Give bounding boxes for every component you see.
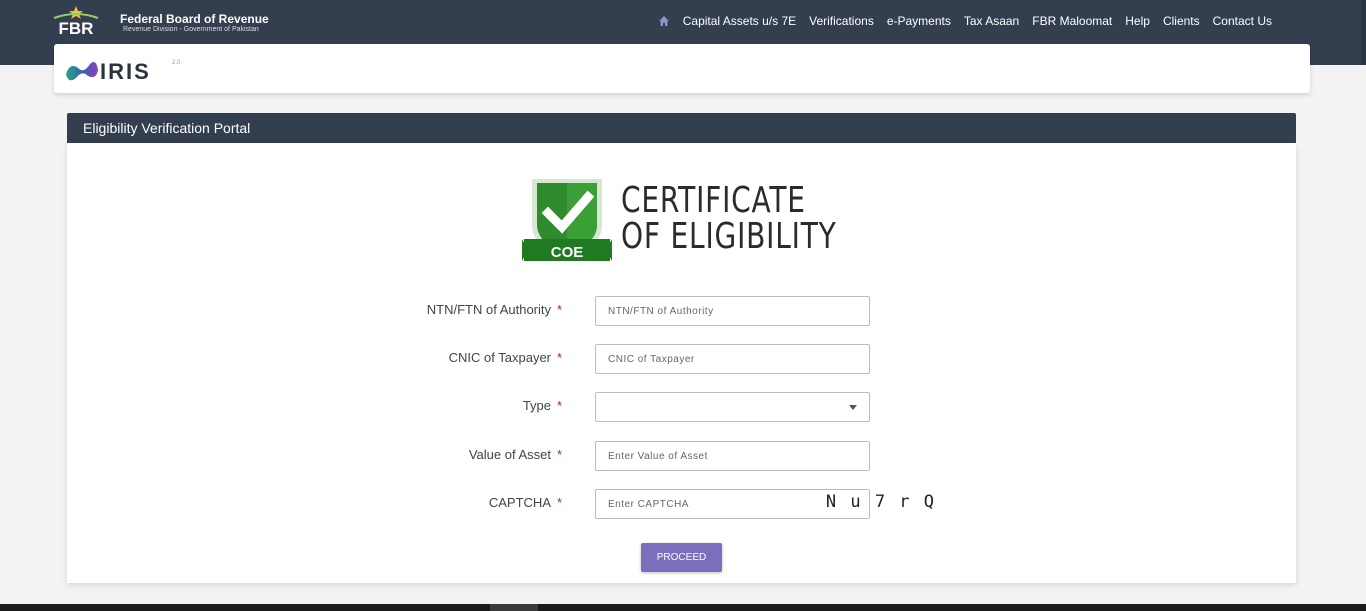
type-label: Type [522, 398, 551, 413]
panel-title: Eligibility Verification Portal [67, 113, 1296, 143]
cnic-label: CNIC of Taxpayer [448, 350, 551, 365]
asset-label: Value of Asset [468, 447, 551, 462]
proceed-button[interactable]: PROCEED [641, 543, 722, 572]
captcha-image[interactable]: N u 7 r Q [826, 492, 936, 512]
asset-row: Value of Asset * [67, 441, 1296, 471]
coe-badge-text: COE [551, 244, 584, 261]
ntn-row: NTN/FTN of Authority * [67, 296, 1296, 326]
asset-required-mark: * [557, 447, 563, 462]
iris-version: 2.0 [172, 60, 181, 66]
ntn-input[interactable] [595, 296, 870, 326]
cnic-required-mark: * [557, 350, 563, 365]
coe-heading: CERTIFICATE OF ELIGIBILITY [621, 183, 837, 255]
type-required-mark: * [557, 398, 563, 413]
ntn-label: NTN/FTN of Authority [426, 302, 551, 317]
coe-shield-icon: COE [522, 179, 612, 261]
main-nav: Capital Assets u/s 7E Verifications e-Pa… [658, 14, 1272, 28]
nav-help[interactable]: Help [1125, 14, 1150, 28]
home-icon[interactable] [658, 15, 670, 27]
nav-verifications[interactable]: Verifications [809, 14, 874, 28]
type-select[interactable] [595, 392, 870, 422]
nav-tax-asaan[interactable]: Tax Asaan [964, 14, 1019, 28]
captcha-row: CAPTCHA * N u 7 r Q [67, 489, 1296, 519]
nav-contact-us[interactable]: Contact Us [1213, 14, 1272, 28]
cnic-input[interactable] [595, 344, 870, 374]
fbr-logo[interactable]: FBR [44, 6, 108, 40]
iris-logo[interactable]: IRIS 2.0 [64, 54, 186, 86]
iris-bar: IRIS 2.0 [54, 44, 1310, 93]
asset-value-input[interactable] [595, 441, 870, 471]
captcha-label: CAPTCHA [488, 495, 551, 510]
type-row: Type * [67, 392, 1296, 422]
coe-title-line1: CERTIFICATE [621, 180, 806, 221]
taskbar-item[interactable] [490, 604, 538, 611]
portal-panel: COE CERTIFICATE OF ELIGIBILITY NTN/FTN o… [67, 143, 1296, 583]
iris-logo-text: IRIS [100, 59, 151, 84]
chevron-down-icon[interactable] [849, 405, 857, 410]
org-subtitle: Revenue Division - Government of Pakista… [123, 26, 259, 33]
taskbar [0, 604, 1366, 611]
nav-e-payments[interactable]: e-Payments [887, 14, 951, 28]
nav-fbr-maloomat[interactable]: FBR Maloomat [1032, 14, 1112, 28]
cnic-row: CNIC of Taxpayer * [67, 344, 1296, 374]
fbr-logo-text: FBR [59, 19, 94, 38]
nav-capital-assets[interactable]: Capital Assets u/s 7E [683, 14, 796, 28]
org-name: Federal Board of Revenue [120, 12, 269, 26]
ntn-required-mark: * [557, 302, 563, 317]
coe-title-line2: OF ELIGIBILITY [621, 216, 837, 257]
scrollbar[interactable] [1361, 0, 1366, 65]
nav-clients[interactable]: Clients [1163, 14, 1200, 28]
captcha-required-mark: * [557, 495, 563, 510]
